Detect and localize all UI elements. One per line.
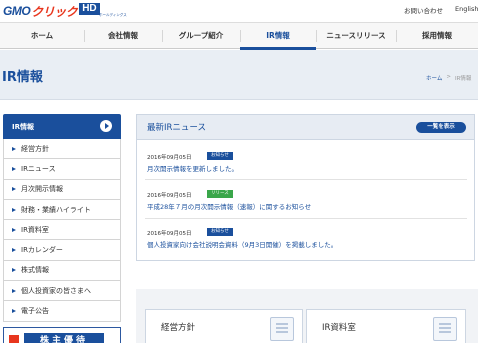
page-title: IR情報 — [2, 70, 43, 85]
news-link[interactable]: 月次開示情報を更新しました。 — [147, 163, 238, 173]
page-header: IR情報 — [0, 50, 478, 100]
news-item: 2016年09月05日 リリース 平成28年７月の月次開示情報（速報）に関するお… — [145, 190, 467, 219]
card-business-policy[interactable]: 経営方針 — [145, 309, 303, 343]
sidebar-item-label: 個人投資家の皆さまへ — [21, 286, 91, 295]
sidebar-item-label: IRニュース — [21, 164, 56, 173]
triangle-right-icon — [12, 166, 16, 171]
nav-group[interactable]: グループ紹介 — [162, 23, 240, 49]
document-icon — [433, 317, 457, 341]
sidebar-header[interactable]: IR情報 — [3, 114, 121, 139]
nav-home[interactable]: ホーム — [0, 23, 84, 49]
sidebar-header-label: IR情報 — [12, 122, 34, 131]
logo-click-text: クリック — [31, 4, 78, 19]
logo-hd-badge: HD — [79, 3, 100, 15]
nav-recruit[interactable]: 採用情報 — [396, 23, 478, 49]
banner-label: 株主優待 — [24, 333, 104, 343]
sidebar-item-label: IR資料室 — [21, 225, 49, 234]
sidebar-item-label: 財務・業績ハイライト — [21, 205, 91, 214]
triangle-right-icon — [12, 187, 16, 192]
news-date: 2016年09月05日 — [147, 231, 192, 237]
sidebar-item-ir-library[interactable]: IR資料室 — [3, 220, 121, 241]
nav-ir[interactable]: IR情報 — [240, 23, 316, 49]
contact-link[interactable]: お問い合わせ — [404, 5, 443, 15]
breadcrumb-current: IR情報 — [454, 76, 472, 82]
gift-icon — [9, 335, 19, 343]
sidebar-item-label: 電子公告 — [21, 307, 49, 316]
sidebar-item-policy[interactable]: 経営方針 — [3, 139, 121, 160]
sidebar-item-label: IRカレンダー — [21, 246, 63, 255]
sidebar-item-individual-investors[interactable]: 個人投資家の皆さまへ — [3, 281, 121, 302]
sidebar-item-monthly[interactable]: 月次開示情報 — [3, 179, 121, 200]
news-date: 2016年09月05日 — [147, 155, 192, 161]
gmo-click-hd-logo[interactable]: GMO クリック HD — [3, 2, 100, 20]
triangle-right-icon — [12, 248, 16, 253]
sidebar-item-stock[interactable]: 株式情報 — [3, 260, 121, 282]
news-date: 2016年09月05日 — [147, 193, 192, 199]
sidebar-item-ir-calendar[interactable]: IRカレンダー — [3, 240, 121, 261]
breadcrumb-separator: > — [446, 74, 451, 80]
news-item: 2016年09月05日 お知らせ 月次開示情報を更新しました。 — [145, 152, 467, 180]
logo-gmo-text: GMO — [3, 4, 31, 18]
triangle-right-icon — [12, 207, 16, 212]
view-all-button[interactable]: 一覧を表示 — [416, 122, 466, 133]
nav-company[interactable]: 会社情報 — [84, 23, 162, 49]
nav-news-release[interactable]: ニュースリリース — [316, 23, 396, 49]
triangle-right-icon — [12, 288, 16, 293]
card-title: IR資料室 — [322, 323, 356, 333]
sidebar-item-label: 月次開示情報 — [21, 185, 63, 194]
triangle-right-icon — [12, 227, 16, 232]
card-title: 経営方針 — [161, 323, 196, 333]
card-ir-library[interactable]: IR資料室 — [306, 309, 466, 343]
news-link[interactable]: 個人投資家向け会社説明会資料（9月3日開催）を掲載しました。 — [147, 239, 337, 249]
triangle-right-icon — [12, 146, 16, 151]
triangle-right-icon — [12, 309, 16, 314]
document-icon — [270, 317, 294, 341]
top-bar: GMO クリック HD ホールディングス お問い合わせ English — [0, 0, 478, 22]
sidebar-item-label: 経営方針 — [21, 144, 49, 153]
sidebar-item-ir-news[interactable]: IRニュース — [3, 159, 121, 180]
news-item: 2016年09月05日 お知らせ 個人投資家向け会社説明会資料（9月3日開催）を… — [145, 228, 467, 255]
sidebar: IR情報 経営方針 IRニュース 月次開示情報 財務・業績ハイライト IR資料室… — [3, 114, 121, 322]
news-badge: お知らせ — [207, 228, 233, 236]
news-panel-header: 最新IRニュース 一覧を表示 — [137, 115, 474, 140]
global-nav: ホーム 会社情報 グループ紹介 IR情報 ニュースリリース 採用情報 — [0, 22, 478, 50]
shareholder-benefit-banner[interactable]: 株主優待 — [3, 327, 121, 343]
latest-ir-news-panel: 最新IRニュース 一覧を表示 2016年09月05日 お知らせ 月次開示情報を更… — [136, 114, 475, 261]
news-panel-title: 最新IRニュース — [147, 123, 206, 133]
arrow-right-circle-icon — [100, 120, 112, 132]
sidebar-item-label: 株式情報 — [21, 266, 49, 275]
news-badge: リリース — [207, 190, 233, 198]
sidebar-item-public-notice[interactable]: 電子公告 — [3, 301, 121, 322]
breadcrumb-home[interactable]: ホーム — [426, 74, 442, 82]
logo-subtext: ホールディングス — [99, 13, 127, 17]
sidebar-item-financial[interactable]: 財務・業績ハイライト — [3, 199, 121, 221]
news-badge: お知らせ — [207, 152, 233, 160]
triangle-right-icon — [12, 268, 16, 273]
english-link[interactable]: English — [455, 5, 478, 13]
breadcrumb: ホーム > IR情報 — [426, 74, 471, 82]
news-link[interactable]: 平成28年７月の月次開示情報（速報）に関するお知らせ — [147, 201, 311, 211]
